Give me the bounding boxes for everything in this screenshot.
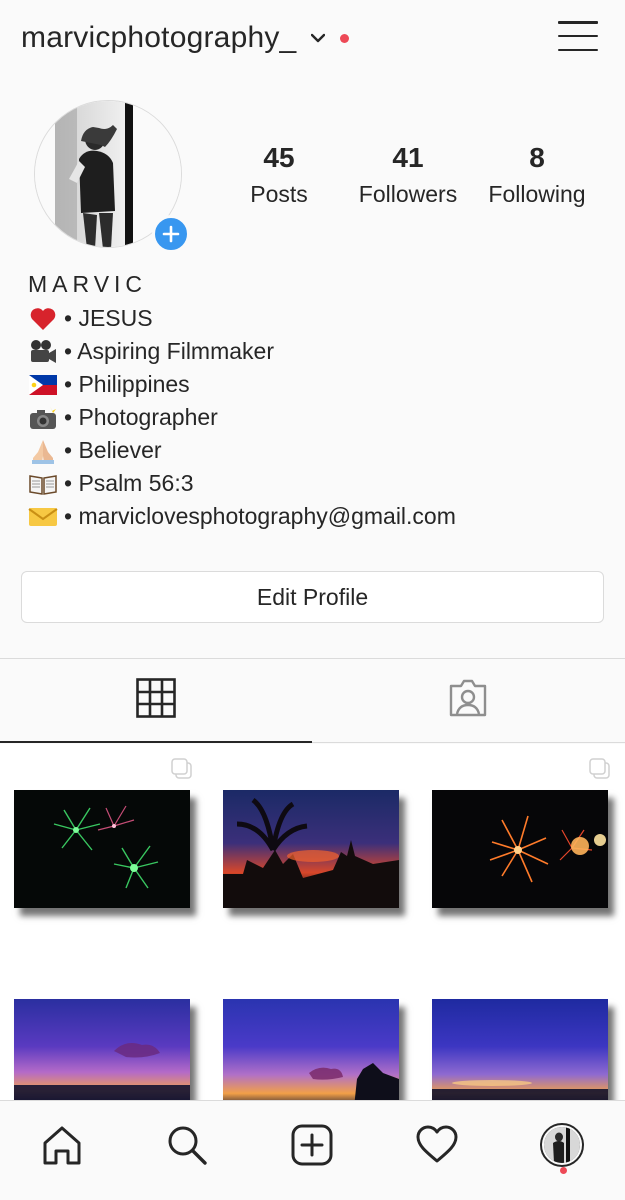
top-bar: marvicphotography_ [0,0,625,76]
post-thumbnail[interactable] [418,744,625,951]
bio-line: • Psalm 56:3 [28,467,608,500]
heart-icon[interactable] [411,1119,463,1171]
heart-icon [28,305,58,333]
orange-fireworks-photo [432,790,608,908]
bio-line: • marviclovesphotography@gmail.com [28,500,608,533]
notification-dot [340,33,350,43]
post-thumbnail[interactable] [0,744,207,951]
bio-text: • JESUS [64,305,153,331]
plus-square-icon[interactable] [286,1119,338,1171]
chevron-down-icon[interactable] [310,30,326,46]
following-stat[interactable]: 8 Following [472,140,602,212]
bottom-navigation [0,1100,625,1200]
posts-stat[interactable]: 45 Posts [214,140,344,212]
profile-tabs [0,658,625,743]
tagged-person-icon [447,678,489,723]
posts-label: Posts [250,181,308,207]
following-count: 8 [529,142,545,173]
multiple-photos-icon [171,758,193,780]
profile-stats: 45 Posts 41 Followers 8 Following [0,140,625,220]
post-thumbnail[interactable] [209,744,416,951]
tab-tagged[interactable] [312,659,624,742]
posts-grid [0,744,625,1160]
username[interactable]: marvicphotography_ [21,21,296,55]
green-fireworks-photo [14,790,190,908]
envelope-icon [28,503,58,531]
followers-stat[interactable]: 41 Followers [343,140,473,212]
bio-line: • Philippines [28,368,608,401]
multiple-photos-icon [589,758,611,780]
bio-text: • Believer [64,437,162,463]
home-icon[interactable] [36,1119,88,1171]
sunset-silhouette-photo [223,790,399,908]
edit-profile-button[interactable]: Edit Profile [21,571,604,623]
posts-count: 45 [263,142,295,173]
search-icon[interactable] [161,1119,213,1171]
hamburger-menu-icon[interactable] [558,18,598,54]
bio-line: • Photographer [28,401,608,434]
account-switcher[interactable]: marvicphotography_ [21,18,350,58]
bio-line: • Believer [28,434,608,467]
tab-grid[interactable] [0,659,312,743]
bio-text: • Aspiring Filmmaker [64,338,274,364]
following-label: Following [488,181,586,207]
bio-line: • JESUS [28,302,608,335]
movie-camera-icon [28,338,58,366]
bio-text: • Photographer [64,404,218,430]
bio: MARVIC • JESUS • Aspiring Filmmaker • Ph… [28,270,608,533]
followers-count: 41 [392,142,424,173]
add-story-plus-icon[interactable] [152,215,190,253]
display-name: MARVIC [28,271,148,297]
profile-notification-dot [560,1167,567,1174]
bio-text: • Philippines [64,371,190,397]
philippines-flag-icon [28,371,58,399]
bio-email[interactable]: • marviclovesphotography@gmail.com [64,500,456,533]
profile-avatar-icon[interactable] [536,1119,588,1171]
open-book-icon [28,470,58,498]
folded-hands-icon [28,437,58,465]
bio-text: • Psalm 56:3 [64,470,194,496]
bio-line: • Aspiring Filmmaker [28,335,608,368]
profile-screen: marvicphotography_ 45 Posts 41 Followers… [0,0,625,1200]
grid-icon [136,678,176,723]
followers-label: Followers [358,181,458,207]
camera-flash-icon [28,404,58,432]
